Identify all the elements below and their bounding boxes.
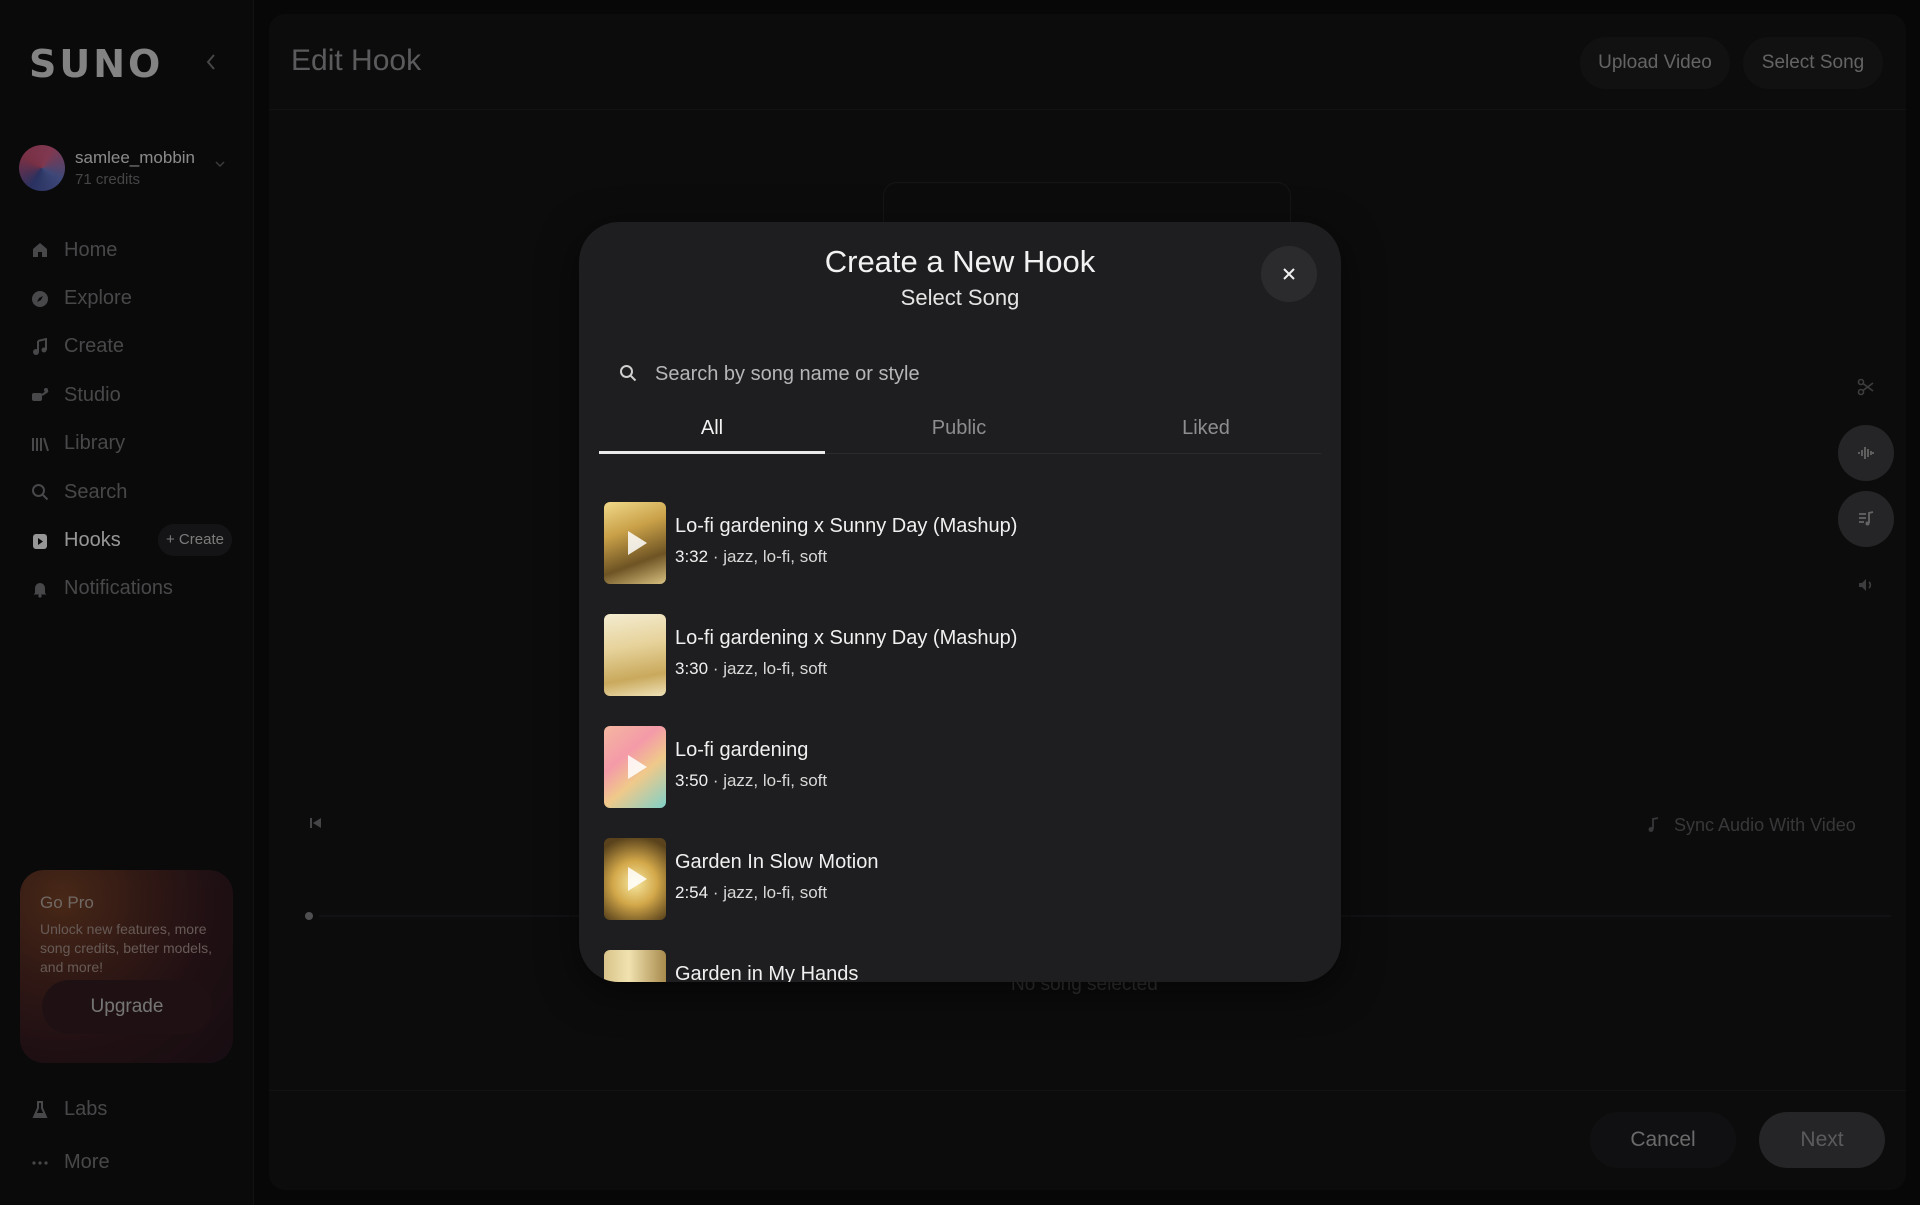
song-title: Lo-fi gardening — [675, 739, 809, 761]
song-tags: · jazz, lo-fi, soft — [708, 547, 828, 566]
app-root: SUNO samlee_mobbin 71 credits Home Explo… — [0, 0, 1920, 1205]
play-icon — [627, 755, 647, 779]
create-hook-modal: Create a New Hook Select Song All Public… — [579, 222, 1341, 982]
song-filter-tabs: All Public Liked — [599, 408, 1321, 454]
song-meta: 3:30 · jazz, lo-fi, soft — [675, 659, 827, 679]
list-item[interactable]: Lo-fi gardening 3:50 · jazz, lo-fi, soft — [604, 726, 1316, 808]
tab-public[interactable]: Public — [846, 408, 1072, 454]
modal-subtitle: Select Song — [900, 285, 1020, 310]
song-search — [619, 350, 1309, 398]
song-meta: 3:50 · jazz, lo-fi, soft — [675, 771, 827, 791]
song-meta: 3:32 · jazz, lo-fi, soft — [675, 547, 827, 567]
search-input[interactable] — [655, 362, 1309, 386]
song-tags: · jazz, lo-fi, soft — [708, 771, 828, 790]
song-cover[interactable] — [604, 838, 666, 920]
song-title: Garden In Slow Motion — [675, 851, 879, 873]
song-cover[interactable] — [604, 726, 666, 808]
song-duration: 3:30 — [675, 659, 709, 678]
close-icon — [1283, 268, 1295, 280]
song-title: Lo-fi gardening x Sunny Day (Mashup) — [675, 515, 1018, 537]
play-icon — [627, 867, 647, 891]
play-icon — [627, 531, 647, 555]
song-duration: 2:54 — [675, 883, 709, 902]
song-tags: · jazz, lo-fi, soft — [708, 883, 828, 902]
close-button[interactable] — [1261, 246, 1317, 302]
tab-all[interactable]: All — [599, 408, 825, 454]
song-meta: 2:54 · jazz, lo-fi, soft — [675, 883, 827, 903]
search-icon — [619, 364, 639, 384]
list-item[interactable]: Lo-fi gardening x Sunny Day (Mashup) 3:3… — [604, 502, 1316, 584]
song-cover[interactable] — [604, 502, 666, 584]
song-duration: 3:32 — [675, 547, 709, 566]
song-cover[interactable] — [604, 950, 666, 982]
list-item[interactable]: Lo-fi gardening x Sunny Day (Mashup) 3:3… — [604, 614, 1316, 696]
song-title: Garden in My Hands — [675, 963, 859, 982]
modal-title: Create a New Hook — [824, 244, 1096, 279]
list-item[interactable]: Garden in My Hands — [604, 950, 1316, 982]
song-duration: 3:50 — [675, 771, 709, 790]
song-title: Lo-fi gardening x Sunny Day (Mashup) — [675, 627, 1018, 649]
song-cover[interactable] — [604, 614, 666, 696]
tab-liked[interactable]: Liked — [1093, 408, 1319, 454]
song-tags: · jazz, lo-fi, soft — [708, 659, 828, 678]
list-item[interactable]: Garden In Slow Motion 2:54 · jazz, lo-fi… — [604, 838, 1316, 920]
song-list: Lo-fi gardening x Sunny Day (Mashup) 3:3… — [604, 502, 1316, 982]
